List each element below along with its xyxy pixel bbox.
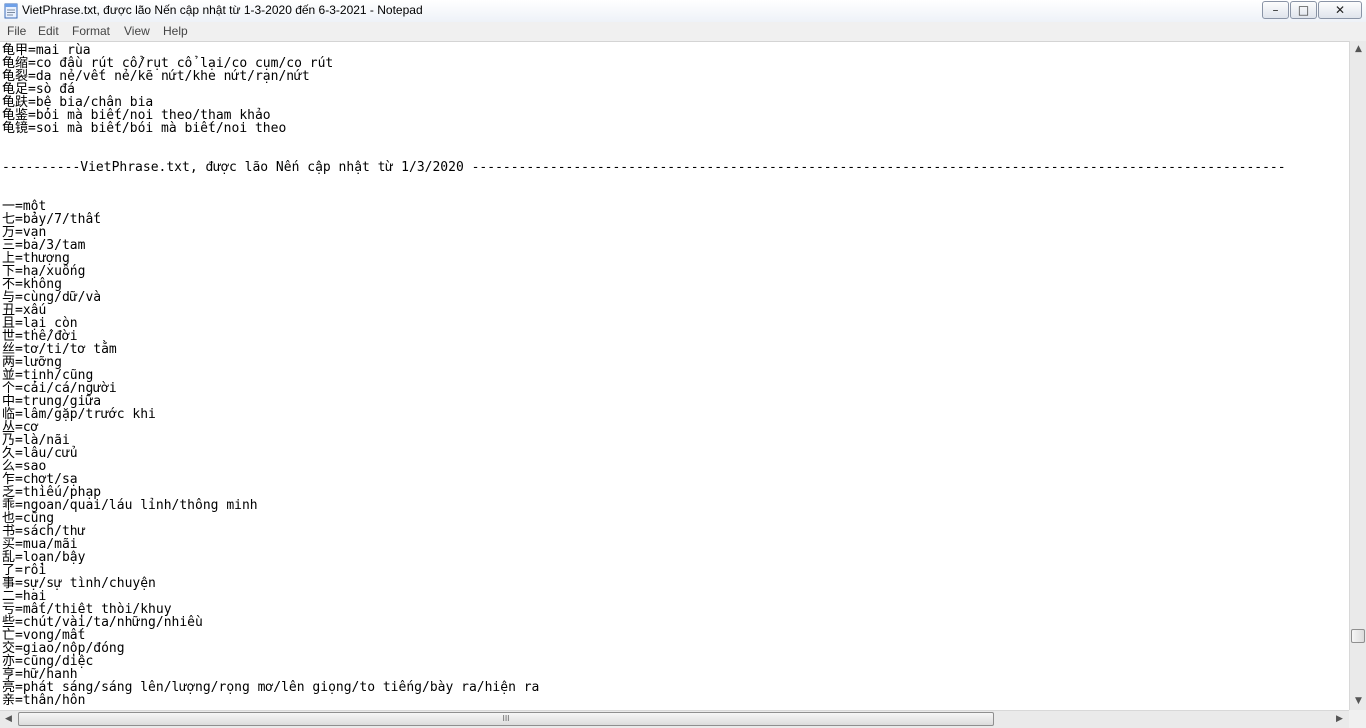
text-line: 丑=xấu — [2, 303, 47, 318]
text-line: 个=cái/cá/người — [2, 381, 117, 396]
text-line: 久=lâu/cửu — [2, 446, 78, 461]
text-line: 龟裂=da nẻ/vết nẻ/kẽ nứt/khe nứt/rạn/nứt — [2, 69, 310, 84]
text-line: 书=sách/thư — [2, 524, 86, 539]
text-line: 龟足=sò đá — [2, 82, 75, 97]
text-line: 且=lại còn — [2, 316, 78, 331]
maximize-button[interactable]: □ — [1290, 1, 1317, 19]
window-title: VietPhrase.txt, được lão Nến cập nhật từ… — [22, 3, 423, 17]
menu-file[interactable]: File — [7, 24, 26, 38]
text-line: 两=lưỡng — [2, 355, 62, 370]
text-line — [2, 135, 1286, 148]
horizontal-scroll-thumb[interactable]: III — [18, 712, 994, 726]
text-line: 亦=cũng/diệc — [2, 654, 94, 669]
text-content: 龟甲=mai rùa 龟缩=co đầu rút cổ/rụt cổ lại/co… — [2, 44, 1286, 707]
title-bar: VietPhrase.txt, được lão Nến cập nhật từ… — [0, 0, 1366, 23]
maximize-icon: □ — [1297, 3, 1310, 17]
arrow-up-icon: ▲ — [1355, 44, 1362, 54]
text-line: 上=thượng — [2, 251, 70, 266]
scrollbar-corner — [1349, 710, 1366, 728]
text-line: 七=bảy/7/thất — [2, 212, 102, 227]
text-line: 中=trung/giữa — [2, 394, 102, 409]
text-line: 一=một — [2, 199, 47, 214]
close-button[interactable]: ✕ — [1318, 1, 1362, 19]
text-line: 亮=phát sáng/sáng lên/lượng/rọng mơ/lên g… — [2, 680, 540, 695]
text-line: 亡=vong/mất — [2, 628, 86, 643]
horizontal-scrollbar[interactable]: ◀ III ▶ — [0, 710, 1349, 728]
text-editor[interactable]: 龟甲=mai rùa 龟缩=co đầu rút cổ/rụt cổ lại/co… — [0, 41, 1349, 711]
text-line: ----------VietPhrase.txt, được lão Nến c… — [2, 160, 1286, 175]
text-line: 三=ba/3/tam — [2, 238, 86, 253]
text-line — [2, 187, 1286, 200]
menu-help[interactable]: Help — [163, 24, 188, 38]
text-line: 也=cũng — [2, 511, 55, 526]
menu-edit[interactable]: Edit — [38, 24, 59, 38]
text-line: 不=không — [2, 277, 62, 292]
scroll-right-button[interactable]: ▶ — [1331, 711, 1348, 728]
text-line — [2, 174, 1286, 187]
text-line: 买=mua/mãi — [2, 537, 78, 552]
text-line: 龟镜=soi mà biết/bói mà biết/noi theo — [2, 121, 287, 136]
menu-bar: File Edit Format View Help — [0, 22, 1366, 41]
menu-format[interactable]: Format — [72, 24, 110, 38]
text-line: 了=rồi — [2, 563, 47, 578]
text-line: 乱=loạn/bậy — [2, 550, 86, 565]
text-line: 与=cùng/dữ/và — [2, 290, 102, 305]
grip-icon: III — [502, 714, 510, 723]
arrow-down-icon: ▼ — [1355, 696, 1362, 706]
text-line: 亲=thân/hôn — [2, 693, 86, 708]
notepad-icon — [4, 3, 18, 19]
text-line: 临=lâm/gặp/trước khi — [2, 407, 156, 422]
text-line: 世=thế/đời — [2, 329, 78, 344]
text-line: 万=vạn — [2, 225, 47, 240]
scroll-up-button[interactable]: ▲ — [1350, 41, 1366, 58]
text-line: 丝=tơ/ti/tơ tằm — [2, 342, 117, 357]
text-line: 並=tịnh/cũng — [2, 368, 94, 383]
text-line: 些=chút/vài/ta/những/nhiều — [2, 615, 203, 630]
text-line: 下=hạ/xuống — [2, 264, 86, 279]
text-line: 事=sự/sự tình/chuyện — [2, 576, 156, 591]
minimize-icon: – — [1272, 3, 1279, 17]
text-line: 么=sao — [2, 459, 47, 474]
vertical-scrollbar[interactable]: ▲ ▼ — [1349, 41, 1366, 710]
scroll-down-button[interactable]: ▼ — [1350, 693, 1366, 710]
arrow-right-icon: ▶ — [1336, 714, 1343, 724]
text-line: 交=giao/nộp/đóng — [2, 641, 125, 656]
text-line: 乖=ngoan/quai/láu lỉnh/thông minh — [2, 498, 258, 513]
close-icon: ✕ — [1334, 3, 1346, 17]
text-line: 二=hai — [2, 589, 47, 604]
minimize-button[interactable]: – — [1262, 1, 1289, 19]
menu-view[interactable]: View — [124, 24, 150, 38]
text-line: 乍=chợt/sạ — [2, 472, 78, 487]
arrow-left-icon: ◀ — [5, 714, 12, 724]
text-line: 乃=là/nãi — [2, 433, 70, 448]
vertical-scroll-thumb[interactable] — [1351, 629, 1365, 644]
text-line: 丛=cơ — [2, 420, 39, 435]
scroll-left-button[interactable]: ◀ — [0, 711, 17, 728]
